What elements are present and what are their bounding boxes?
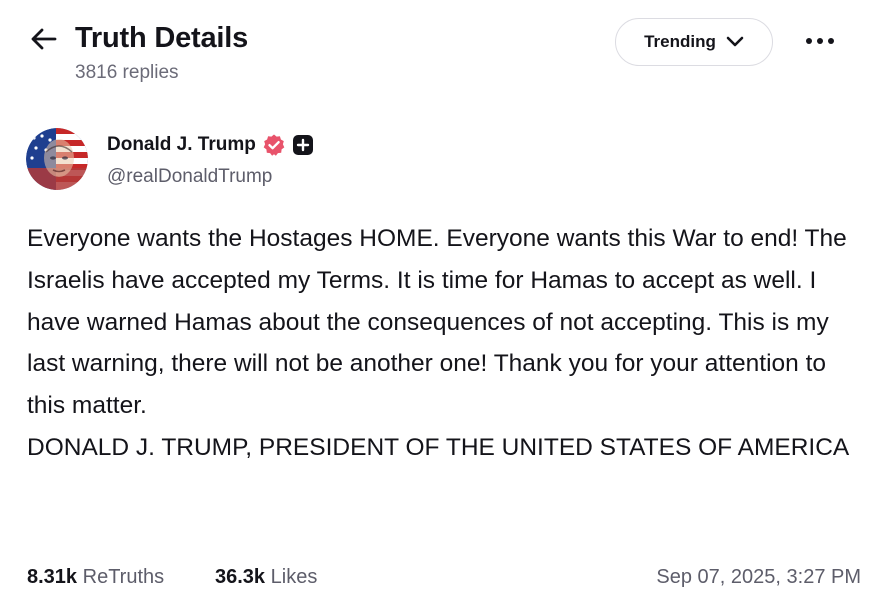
sort-label: Trending — [644, 32, 716, 51]
post-signature: DONALD J. TRUMP, PRESIDENT OF THE UNITED… — [27, 433, 850, 461]
retruths-stat[interactable]: 8.31k ReTruths — [27, 566, 164, 589]
avatar-image — [26, 128, 88, 190]
arrow-left-icon — [31, 28, 57, 50]
retruths-label: ReTruths — [82, 566, 165, 588]
chevron-down-icon — [726, 36, 744, 47]
post-author: Donald J. Trump @realDonaldTrump — [26, 128, 626, 192]
post-timestamp: Sep 07, 2025, 3:27 PM — [656, 566, 861, 588]
author-name-text: Donald J. Trump — [107, 134, 256, 155]
more-horizontal-icon — [806, 38, 834, 44]
back-button[interactable] — [26, 24, 60, 54]
likes-label: Likes — [270, 566, 318, 588]
sort-dropdown-button[interactable]: Trending — [615, 18, 773, 66]
author-handle[interactable]: @realDonaldTrump — [107, 166, 272, 188]
retruths-count: 8.31k — [27, 566, 78, 588]
header: Truth Details 3816 replies Trending — [0, 0, 889, 100]
reply-count: 3816 replies — [75, 62, 179, 83]
avatar[interactable] — [26, 128, 88, 190]
post-paragraph: Everyone wants the Hostages HOME. Everyo… — [27, 225, 847, 420]
verified-badge-icon — [262, 133, 286, 157]
likes-stat[interactable]: 36.3k Likes — [215, 566, 317, 589]
likes-count: 36.3k — [215, 566, 266, 588]
author-name[interactable]: Donald J. Trump — [107, 133, 314, 157]
post-body: Everyone wants the Hostages HOME. Everyo… — [27, 218, 857, 469]
page-title: Truth Details — [75, 22, 249, 54]
more-options-button[interactable] — [800, 28, 840, 54]
plus-badge-icon — [292, 134, 314, 156]
post-footer: 8.31k ReTruths 36.3k Likes Sep 07, 2025,… — [27, 566, 861, 598]
truth-details-page: Truth Details 3816 replies Trending Dona… — [0, 0, 889, 610]
